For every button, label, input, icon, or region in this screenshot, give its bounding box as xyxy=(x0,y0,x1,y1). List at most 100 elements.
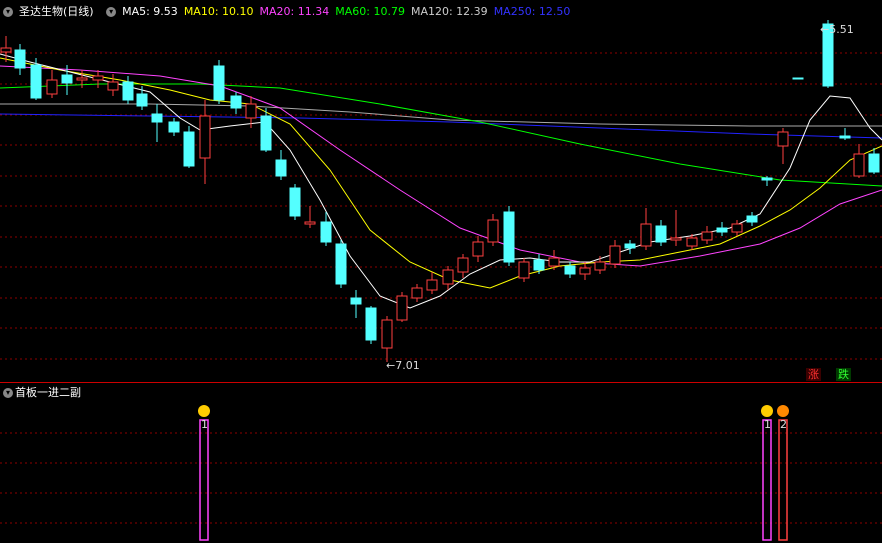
candle-body xyxy=(183,131,195,167)
candle-body xyxy=(579,267,591,275)
candle-body xyxy=(230,95,242,109)
candle-body xyxy=(260,115,272,151)
candle-body xyxy=(381,319,393,349)
candle-body xyxy=(46,79,58,95)
candle-body xyxy=(457,257,469,273)
candle-body xyxy=(365,307,377,341)
stock-title: 圣达生物(日线) xyxy=(19,5,94,18)
candle-up xyxy=(472,236,484,262)
candle-down xyxy=(183,126,195,168)
candle-up xyxy=(457,254,469,278)
candle-down xyxy=(14,44,26,75)
candle-body xyxy=(107,81,119,91)
dropdown-icon[interactable]: ▾ xyxy=(3,388,13,398)
signal-bar xyxy=(762,419,772,541)
candle-up xyxy=(396,292,408,322)
candle-body xyxy=(655,225,667,243)
candle-up xyxy=(594,256,606,274)
candle-down xyxy=(168,118,180,136)
candle-body xyxy=(30,64,42,99)
candle-body xyxy=(594,261,606,271)
signal-label: 2 xyxy=(780,418,787,431)
candle-up xyxy=(107,74,119,96)
candle-body xyxy=(564,265,576,275)
candle-up xyxy=(426,272,438,294)
candle-body xyxy=(151,113,163,123)
candle-up xyxy=(92,70,104,88)
candle-body xyxy=(792,77,804,80)
high-price-label: ←5.51 xyxy=(820,23,854,36)
candle-body xyxy=(136,93,148,107)
candle-down xyxy=(839,128,851,140)
candle-body xyxy=(442,269,454,285)
candle-down xyxy=(275,150,287,180)
candle-down xyxy=(746,212,758,226)
signal-label: 1 xyxy=(764,418,771,431)
candle-body xyxy=(853,153,865,177)
dropdown-icon[interactable]: ▾ xyxy=(3,7,13,17)
candle-body xyxy=(716,227,728,233)
candle-up xyxy=(731,220,743,236)
candle-up xyxy=(304,206,316,228)
candle-down xyxy=(122,76,134,104)
ma60-label: MA60: 10.79 xyxy=(335,5,405,18)
candle-down xyxy=(151,104,163,142)
candle-body xyxy=(686,237,698,247)
candle-body xyxy=(0,47,12,53)
candle-up xyxy=(442,266,454,290)
candle-up xyxy=(853,144,865,178)
candle-up xyxy=(518,258,530,282)
candle-up xyxy=(701,226,713,244)
indicator-header: ▾ 首板一进二副 xyxy=(0,386,81,400)
candle-down xyxy=(655,220,667,246)
ma20-label: MA20: 11.34 xyxy=(259,5,330,18)
candle-down xyxy=(624,240,636,254)
smile-icon xyxy=(198,405,210,417)
candle-body xyxy=(839,135,851,139)
candle-body xyxy=(777,131,789,147)
candle-up xyxy=(640,208,652,250)
low-price-label: ←7.01 xyxy=(386,359,420,372)
candle-up xyxy=(411,284,423,302)
candle-body xyxy=(350,297,362,305)
candle-down xyxy=(230,92,242,114)
candle-body xyxy=(289,187,301,217)
ma120-label: MA120: 12.39 xyxy=(410,5,488,18)
candle-body xyxy=(335,243,347,285)
candle-body xyxy=(624,243,636,249)
candle-body xyxy=(213,65,225,101)
candle-body xyxy=(548,257,560,267)
signal-marker: 1 xyxy=(761,405,773,541)
candle-body xyxy=(245,103,257,119)
candle-body xyxy=(275,159,287,177)
ma5-label: MA5: 9.53 xyxy=(122,5,178,18)
candle-down xyxy=(716,222,728,236)
candle-body xyxy=(868,153,880,173)
candle-up xyxy=(381,316,393,362)
candle-body xyxy=(518,261,530,279)
ma10-label: MA10: 10.10 xyxy=(183,5,254,18)
candle-body xyxy=(701,231,713,241)
candle-up xyxy=(487,214,499,246)
rise-badge[interactable]: 涨 xyxy=(806,368,821,381)
candle-body xyxy=(61,74,73,84)
signal-label: 1 xyxy=(201,418,208,431)
indicator-title: 首板一进二副 xyxy=(15,386,81,399)
signal-marker: 1 xyxy=(198,405,210,541)
indicator-panel[interactable]: 112 xyxy=(0,383,882,543)
candle-down xyxy=(365,306,377,344)
indicator-chart[interactable]: 112 xyxy=(0,383,882,543)
candle-body xyxy=(14,49,26,69)
fall-badge[interactable]: 跌 xyxy=(836,368,851,381)
candle-body xyxy=(168,121,180,133)
dropdown-icon[interactable]: ▾ xyxy=(106,7,117,17)
price-chart-panel[interactable]: ←5.51 ←7.01 xyxy=(0,0,882,383)
candle-body xyxy=(426,279,438,291)
candlestick-chart[interactable]: ←5.51 ←7.01 xyxy=(0,0,882,383)
candle-body xyxy=(670,237,682,241)
signal-bar xyxy=(778,419,788,541)
candle-body xyxy=(533,259,545,271)
signal-bar xyxy=(199,419,209,541)
ma250-label: MA250: 12.50 xyxy=(493,5,571,18)
candle-body xyxy=(487,219,499,243)
